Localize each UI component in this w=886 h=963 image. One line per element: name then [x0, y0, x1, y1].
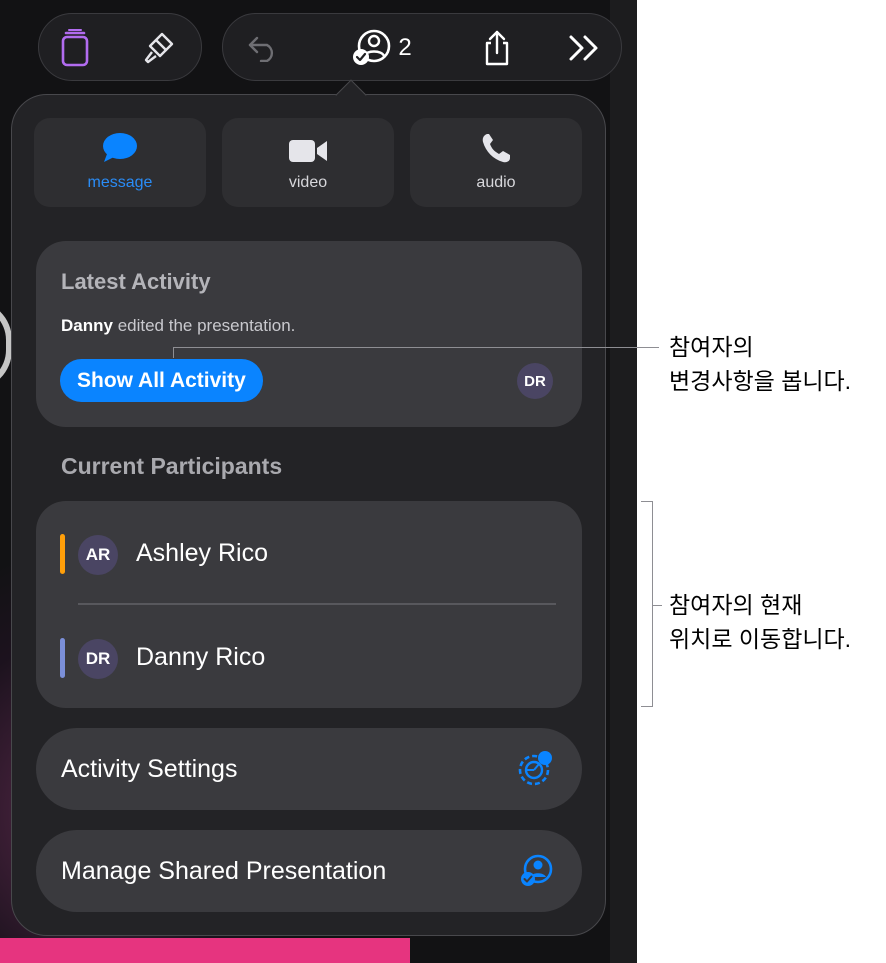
slide-accent-bar [0, 938, 410, 963]
canvas-edge [610, 0, 637, 963]
collaboration-button[interactable]: 2 [341, 14, 421, 82]
participant-name: Danny Rico [136, 643, 266, 671]
participants-card: AR Ashley Rico DR Danny Rico [36, 501, 582, 708]
activity-action: edited the presentation. [112, 316, 296, 335]
callout-text: 변경사항을 봅니다. [669, 368, 852, 394]
documents-icon[interactable] [55, 14, 95, 82]
callout-bracket [652, 501, 653, 707]
activity-settings-button[interactable]: Activity Settings [36, 728, 582, 810]
toolbar-left-group [38, 13, 202, 81]
message-icon [103, 133, 137, 162]
activity-settings-icon [516, 728, 554, 810]
more-icon[interactable] [561, 14, 609, 82]
manage-shared-label: Manage Shared Presentation [61, 856, 387, 885]
callout-line [173, 348, 174, 358]
activity-actor: Danny [61, 316, 113, 335]
phone-icon [482, 134, 510, 163]
current-participants-title: Current Participants [61, 453, 283, 479]
activity-settings-label: Activity Settings [61, 754, 238, 783]
collaborator-count: 2 [398, 34, 412, 61]
callout-line [652, 605, 662, 606]
latest-activity-title: Latest Activity [61, 269, 211, 294]
collaboration-icon [353, 29, 391, 65]
callout-line [173, 347, 659, 348]
app-screen: 2 message video audio Latest Activity Da… [0, 0, 637, 963]
callout-text: 위치로 이동합니다. [669, 626, 852, 652]
paintbrush-icon[interactable] [137, 14, 181, 82]
activity-avatar: DR [517, 363, 553, 399]
callout-bracket [641, 706, 653, 707]
message-label: message [87, 174, 153, 191]
audio-label: audio [476, 174, 516, 191]
video-button[interactable]: video [222, 118, 394, 207]
manage-collaboration-icon [518, 830, 554, 912]
toolbar-right-group: 2 [222, 13, 622, 81]
manage-shared-presentation-button[interactable]: Manage Shared Presentation [36, 830, 582, 912]
undo-icon[interactable] [243, 14, 283, 82]
callout-bracket [641, 501, 653, 502]
participant-color-bar [60, 534, 65, 574]
callout-text: 참여자의 [669, 334, 754, 360]
participant-color-bar [60, 638, 65, 678]
show-all-activity-button[interactable]: Show All Activity [60, 359, 263, 402]
latest-activity-card: Latest Activity Danny edited the present… [36, 241, 582, 427]
participant-row[interactable]: AR Ashley Rico [36, 501, 582, 604]
participant-name: Ashley Rico [136, 539, 268, 567]
latest-activity-text: Danny edited the presentation. [61, 316, 295, 336]
video-icon [289, 140, 327, 162]
participant-row[interactable]: DR Danny Rico [36, 605, 582, 708]
audio-button[interactable]: audio [410, 118, 582, 207]
callout-text: 참여자의 현재 [669, 592, 803, 618]
message-button[interactable]: message [34, 118, 206, 207]
avatar: AR [78, 535, 118, 575]
share-icon[interactable] [475, 14, 519, 82]
activity-callout: 참여자의 변경사항을 봅니다. [669, 330, 851, 398]
participants-callout: 참여자의 현재 위치로 이동합니다. [669, 588, 851, 656]
avatar: DR [78, 639, 118, 679]
video-label: video [288, 174, 328, 191]
